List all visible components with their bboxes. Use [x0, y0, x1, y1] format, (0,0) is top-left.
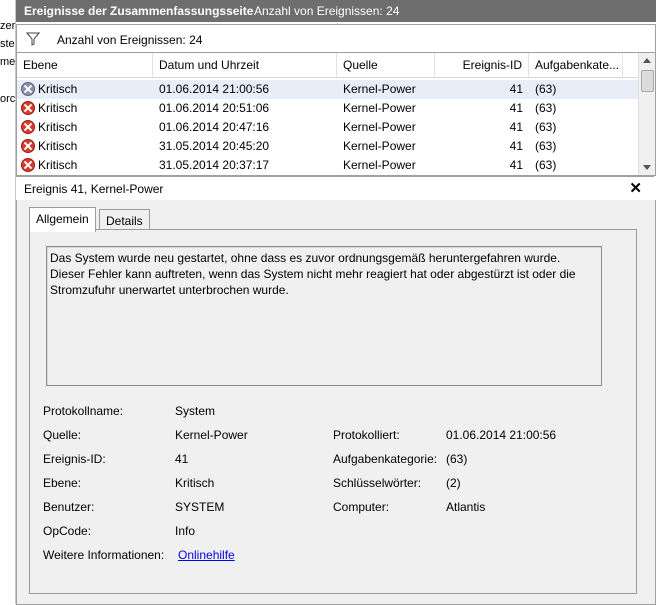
field-value-task-category: (63) — [446, 452, 468, 466]
events-grid[interactable]: Ebene Datum und Uhrzeit Quelle Ereignis-… — [16, 52, 656, 176]
cell-datetime: 01.06.2014 21:00:56 — [159, 82, 270, 96]
field-label-keywords: Schlüsselwörter: — [333, 476, 422, 490]
table-row[interactable]: Kritisch 01.06.2014 20:51:06 Kernel-Powe… — [17, 99, 639, 118]
table-row[interactable]: Kritisch 31.05.2014 20:37:17 Kernel-Powe… — [17, 156, 639, 175]
scroll-down-icon[interactable] — [643, 165, 651, 170]
filter-count-label: Anzahl von Ereignissen: 24 — [57, 33, 203, 47]
cell-level: Kritisch — [38, 82, 78, 96]
column-header-source[interactable]: Quelle — [337, 53, 435, 77]
field-label-more-info: Weitere Informationen: — [43, 548, 165, 562]
table-row[interactable]: Kritisch 01.06.2014 20:47:16 Kernel-Powe… — [17, 118, 639, 137]
field-label-log-name: Protokollname: — [43, 404, 124, 418]
field-label-logged: Protokolliert: — [333, 428, 400, 442]
cell-level: Kritisch — [38, 139, 78, 153]
cell-task-category: (63) — [535, 82, 557, 96]
cell-datetime: 31.05.2014 20:45:20 — [159, 139, 270, 153]
event-summary-pane: Ereignisse der Zusammenfassungsseite Anz… — [16, 0, 656, 605]
critical-error-icon — [21, 101, 35, 115]
field-label-task-category: Aufgabenkategorie: — [333, 452, 438, 466]
cell-task-category: (63) — [535, 101, 557, 115]
general-tab-content: Das System wurde neu gestartet, ohne das… — [29, 229, 637, 594]
critical-error-icon — [21, 82, 35, 96]
cell-event-id: 41 — [509, 158, 523, 172]
scroll-up-icon[interactable] — [643, 58, 651, 63]
field-value-computer: Atlantis — [446, 500, 486, 514]
field-value-level: Kritisch — [175, 476, 215, 490]
field-value-user: SYSTEM — [175, 500, 225, 514]
cell-task-category: (63) — [535, 158, 557, 172]
filter-bar: Anzahl von Ereignissen: 24 — [16, 24, 656, 53]
field-label-source: Quelle: — [43, 428, 82, 442]
cell-task-category: (63) — [535, 139, 557, 153]
summary-count: Anzahl von Ereignissen: 24 — [254, 4, 400, 18]
event-detail-panel: Allgemein Details Das System wurde neu g… — [16, 200, 656, 605]
grid-header: Ebene Datum und Uhrzeit Quelle Ereignis-… — [17, 53, 639, 78]
event-detail-header: Ereignis 41, Kernel-Power ✕ — [16, 176, 654, 201]
summary-title-bar: Ereignisse der Zusammenfassungsseite Anz… — [16, 0, 656, 22]
field-value-event-id: 41 — [175, 452, 189, 466]
cell-datetime: 31.05.2014 20:37:17 — [159, 158, 270, 172]
online-help-link[interactable]: Onlinehilfe — [178, 548, 235, 562]
cell-source: Kernel-Power — [343, 120, 416, 134]
cell-source: Kernel-Power — [343, 101, 416, 115]
table-row[interactable]: Kritisch 31.05.2014 20:45:20 Kernel-Powe… — [17, 137, 639, 156]
tab-general[interactable]: Allgemein — [29, 207, 96, 232]
cell-event-id: 41 — [509, 139, 523, 153]
field-value-logged: 01.06.2014 21:00:56 — [446, 428, 557, 442]
close-icon[interactable]: ✕ — [629, 179, 642, 197]
left-strip-fragment: zer — [0, 20, 16, 32]
field-value-source: Kernel-Power — [175, 428, 248, 442]
field-label-computer: Computer: — [333, 500, 390, 514]
table-row[interactable]: Kritisch 01.06.2014 21:00:56 Kernel-Powe… — [17, 80, 639, 99]
column-header-datetime[interactable]: Datum und Uhrzeit — [153, 53, 337, 77]
cell-level: Kritisch — [38, 120, 78, 134]
cell-event-id: 41 — [509, 120, 523, 134]
column-header-task-category[interactable]: Aufgabenkate... — [529, 53, 623, 77]
left-strip-fragment: orc — [0, 93, 16, 105]
column-header-level[interactable]: Ebene — [17, 53, 153, 77]
summary-title: Ereignisse der Zusammenfassungsseite — [24, 4, 254, 18]
cell-event-id: 41 — [509, 82, 523, 96]
left-strip-fragment: ste — [0, 38, 15, 50]
field-label-opcode: OpCode: — [43, 524, 92, 538]
cell-source: Kernel-Power — [343, 139, 416, 153]
cell-datetime: 01.06.2014 20:47:16 — [159, 120, 270, 134]
column-header-event-id[interactable]: Ereignis-ID — [435, 53, 529, 77]
event-detail-title: Ereignis 41, Kernel-Power — [24, 182, 164, 196]
cell-source: Kernel-Power — [343, 82, 416, 96]
cell-task-category: (63) — [535, 120, 557, 134]
cell-source: Kernel-Power — [343, 158, 416, 172]
field-value-log-name: System — [175, 404, 216, 418]
critical-error-icon — [21, 158, 35, 172]
scroll-thumb[interactable] — [641, 70, 654, 92]
field-value-opcode: Info — [175, 524, 196, 538]
cell-level: Kritisch — [38, 101, 78, 115]
field-label-event-id: Ereignis-ID: — [43, 452, 106, 466]
event-message-box[interactable]: Das System wurde neu gestartet, ohne das… — [46, 246, 602, 386]
filter-icon[interactable] — [26, 32, 40, 46]
grid-vertical-scrollbar[interactable] — [638, 53, 655, 175]
cell-level: Kritisch — [38, 158, 78, 172]
field-label-user: Benutzer: — [43, 500, 95, 514]
cell-datetime: 01.06.2014 20:51:06 — [159, 101, 270, 115]
cell-event-id: 41 — [509, 101, 523, 115]
field-label-level: Ebene: — [43, 476, 82, 490]
critical-error-icon — [21, 120, 35, 134]
left-panel-strip: zer ste mer orc — [0, 0, 19, 604]
critical-error-icon — [21, 139, 35, 153]
field-value-keywords: (2) — [446, 476, 461, 490]
